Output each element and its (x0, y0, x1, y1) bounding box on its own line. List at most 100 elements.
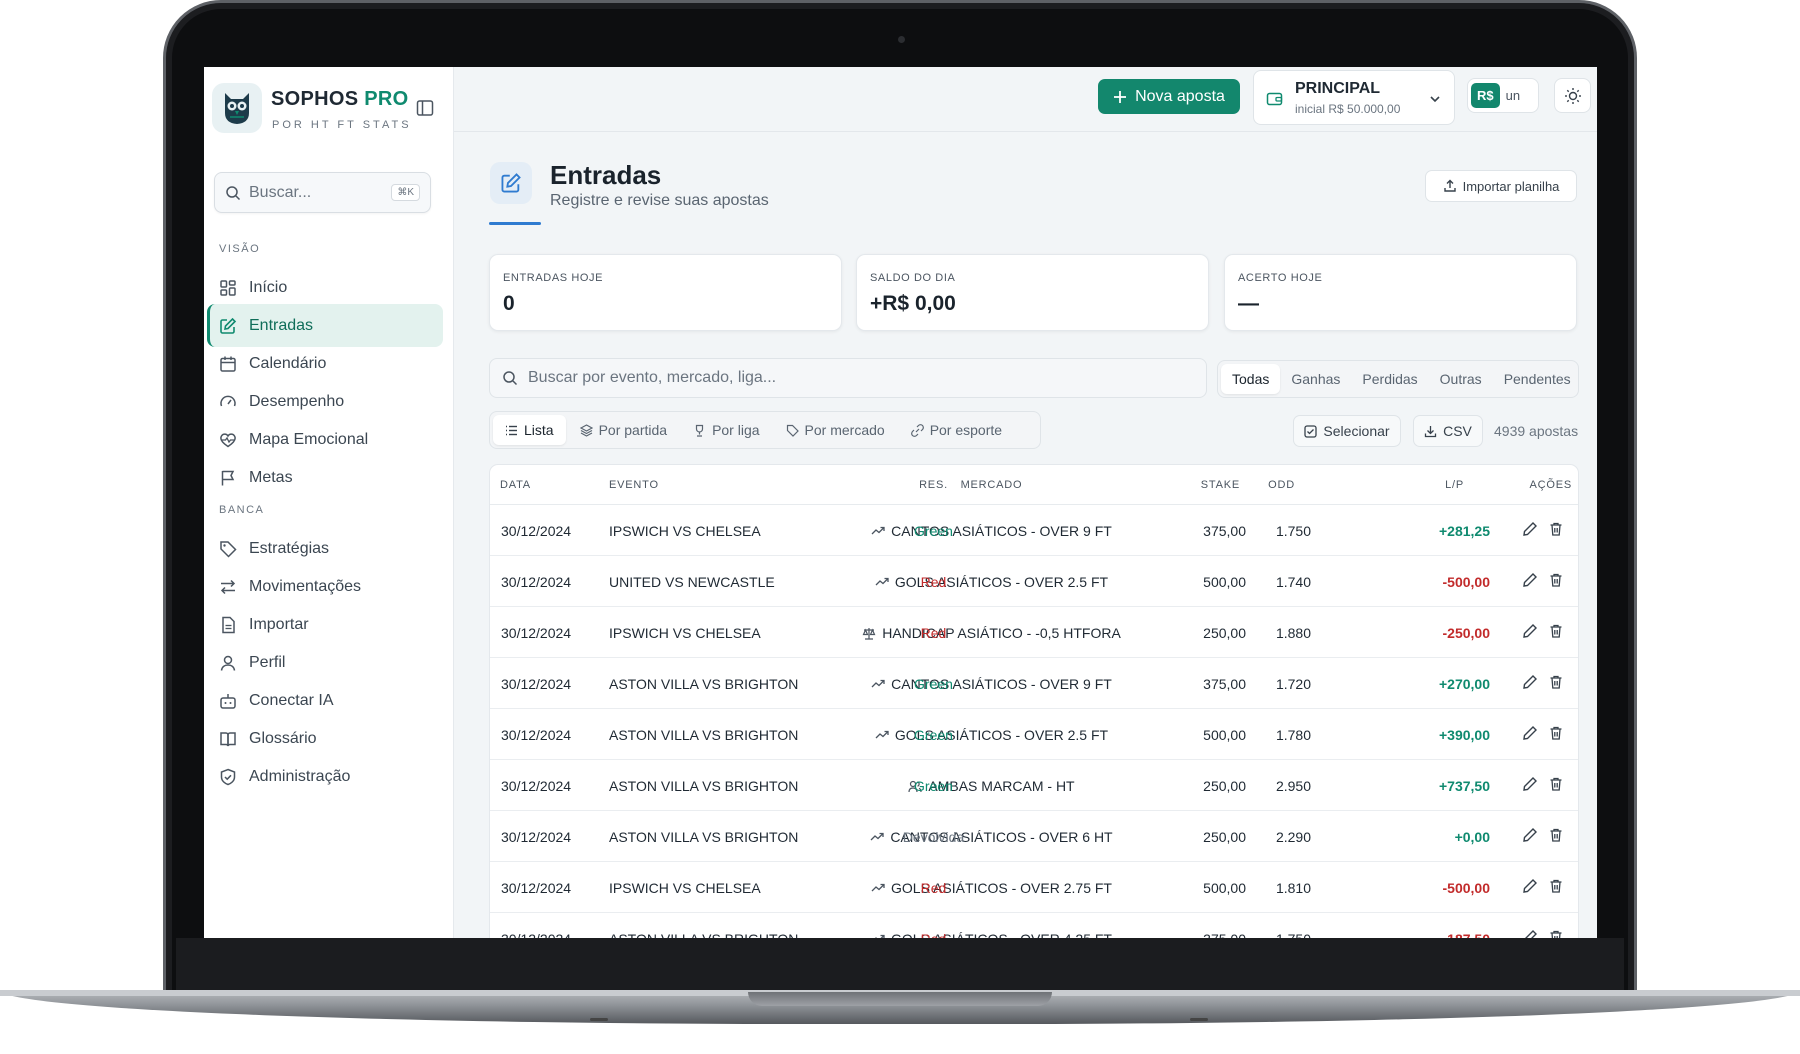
bank-name: PRINCIPAL (1295, 80, 1381, 97)
table-row[interactable]: 30/12/2024 IPSWICH VS CHELSEA HANDICAP ASI… (490, 607, 1578, 658)
view-por-mercado[interactable]: Por mercado (774, 415, 897, 445)
book-icon (220, 731, 236, 746)
sidebar-item-label: Entradas (249, 316, 314, 334)
cell-profit-loss: +737,50 (1439, 778, 1490, 794)
sidebar-item-movimentacoes[interactable]: Movimentações (207, 565, 443, 608)
table-row[interactable]: 30/12/2024 ASTON VILLA VS BRIGHTON CANTOS … (490, 658, 1578, 709)
select-button[interactable]: Selecionar (1293, 415, 1401, 447)
sidebar-item-perfil[interactable]: Perfil (207, 641, 443, 684)
sidebar-item-inicio[interactable]: Início (207, 266, 443, 309)
tab-perdidas[interactable]: Perdidas (1351, 364, 1428, 394)
sidebar-item-desempenho[interactable]: Desempenho (207, 380, 443, 423)
owl-logo-icon[interactable] (212, 83, 262, 133)
shield-icon (220, 768, 236, 785)
edit-pencil-icon[interactable] (1522, 623, 1538, 639)
trash-icon[interactable] (1548, 521, 1564, 537)
trash-icon[interactable] (1548, 776, 1564, 792)
table-row[interactable]: 30/12/2024 IPSWICH VS CHELSEA GOLS ASIÁTIC… (490, 862, 1578, 913)
csv-export-button[interactable]: CSV (1413, 415, 1483, 447)
table-row[interactable]: 30/12/2024 IPSWICH VS CHELSEA CANTOS ASIÁT… (490, 505, 1578, 556)
sidebar-item-label: Importar (249, 615, 309, 633)
table-header: DATA EVENTO MERCADO STAKE ODD RES. L/P A… (490, 465, 1578, 505)
theme-toggle-button[interactable] (1554, 78, 1591, 113)
view-label: Por esporte (929, 422, 1003, 438)
row-actions (1522, 521, 1564, 537)
page-title: Entradas (550, 160, 662, 190)
new-bet-label: Nova aposta (1135, 87, 1225, 105)
tab-todas[interactable]: Todas (1221, 364, 1281, 394)
laptop-foot (590, 1018, 608, 1021)
brand-name: SOPHOS PRO (271, 88, 409, 111)
edit-pencil-icon[interactable] (1522, 725, 1538, 741)
topbar: Nova aposta PRINCIPAL inicial R$ 50.000,… (454, 67, 1597, 132)
sidebar-item-label: Início (249, 278, 288, 296)
sidebar-item-administracao[interactable]: Administração (207, 755, 443, 798)
edit-pencil-icon[interactable] (1522, 776, 1538, 792)
cell-profit-loss: +281,25 (1439, 523, 1490, 539)
table-row[interactable]: 30/12/2024 ASTON VILLA VS BRIGHTON AMBAS M… (490, 760, 1578, 811)
cell-profit-loss: -187,50 (490, 931, 1490, 938)
bets-table: DATA EVENTO MERCADO STAKE ODD RES. L/P A… (489, 464, 1579, 938)
sidebar-item-mapa-emocional[interactable]: Mapa Emocional (207, 418, 443, 461)
sidebar-item-label: Perfil (249, 653, 286, 671)
bets-search-placeholder: Buscar por evento, mercado, liga... (528, 369, 777, 386)
currency-toggle[interactable]: R$ un (1467, 78, 1539, 113)
trash-icon[interactable] (1548, 572, 1564, 588)
currency-units[interactable]: un (1506, 88, 1520, 103)
view-label: Lista (524, 422, 554, 438)
sidebar-item-calendario[interactable]: Calendário (207, 342, 443, 385)
trash-icon[interactable] (1548, 623, 1564, 639)
tab-pendentes[interactable]: Pendentes (1493, 364, 1582, 394)
trash-icon[interactable] (1548, 827, 1564, 843)
view-por-liga[interactable]: Por liga (681, 415, 771, 445)
sidebar-toggle-icon[interactable] (416, 99, 434, 117)
arrows-icon (220, 579, 236, 594)
edit-icon (220, 317, 237, 334)
edit-pencil-icon[interactable] (1522, 674, 1538, 690)
table-row[interactable]: 30/12/2024 ASTON VILLA VS BRIGHTON CANTOS … (490, 811, 1578, 862)
cell-profit-loss: +390,00 (1439, 727, 1490, 743)
edit-pencil-icon[interactable] (1522, 521, 1538, 537)
trash-icon[interactable] (1548, 725, 1564, 741)
sidebar-search-placeholder: Buscar... (249, 183, 312, 201)
currency-brl[interactable]: R$ (1471, 83, 1500, 108)
page-subtitle: Registre e revise suas apostas (550, 192, 769, 209)
sidebar-search[interactable]: Buscar... ⌘K (214, 172, 431, 213)
trash-icon[interactable] (1548, 878, 1564, 894)
sidebar-item-glossario[interactable]: Glossário (207, 717, 443, 760)
view-por-esporte[interactable]: Por esporte (899, 415, 1014, 445)
sidebar-item-entradas[interactable]: Entradas (207, 304, 443, 347)
table-row[interactable]: 30/12/2024 UNITED VS NEWCASTLE GOLS ASIÁTI… (490, 556, 1578, 607)
bank-selector[interactable]: PRINCIPAL inicial R$ 50.000,00 (1253, 70, 1455, 125)
sidebar-item-estrategias[interactable]: Estratégias (207, 527, 443, 570)
sidebar-item-importar[interactable]: Importar (207, 603, 443, 646)
table-row[interactable]: 30/12/2024ASTON VILLA VS BRIGHTONGOLS AS… (490, 913, 1578, 938)
shortcut-badge: ⌘K (391, 184, 420, 201)
view-lista[interactable]: Lista (493, 415, 566, 445)
sidebar-item-conectar-ia[interactable]: Conectar IA (207, 679, 443, 722)
csv-label: CSV (1443, 423, 1472, 439)
laptop-foot (1190, 1018, 1208, 1021)
trash-icon[interactable] (1548, 674, 1564, 690)
row-actions (1522, 878, 1564, 894)
bets-search-input[interactable]: Buscar por evento, mercado, liga... (489, 358, 1207, 398)
new-bet-button[interactable]: Nova aposta (1098, 79, 1240, 114)
trash-icon[interactable] (1548, 929, 1564, 938)
gauge-icon (220, 395, 236, 406)
table-row[interactable]: 30/12/2024ASTON VILLA VS BRIGHTONGOLS AS… (490, 709, 1578, 760)
row-actions (1522, 776, 1564, 792)
edit-pencil-icon[interactable] (1522, 878, 1538, 894)
sidebar-item-label: Mapa Emocional (249, 430, 369, 448)
tab-ganhas[interactable]: Ganhas (1280, 364, 1351, 394)
import-sheet-button[interactable]: Importar planilha (1425, 170, 1577, 202)
user-icon (220, 655, 236, 671)
view-por-partida[interactable]: Por partida (568, 415, 679, 445)
stat-card-saldo-do-dia: SALDO DO DIA +R$ 0,00 (856, 254, 1209, 331)
tab-outras[interactable]: Outras (1429, 364, 1493, 394)
edit-pencil-icon[interactable] (1522, 929, 1538, 938)
sidebar-item-metas[interactable]: Metas (207, 456, 443, 499)
edit-pencil-icon[interactable] (1522, 572, 1538, 588)
edit-pencil-icon[interactable] (1522, 827, 1538, 843)
search-icon (503, 371, 518, 386)
row-actions (1522, 623, 1564, 639)
